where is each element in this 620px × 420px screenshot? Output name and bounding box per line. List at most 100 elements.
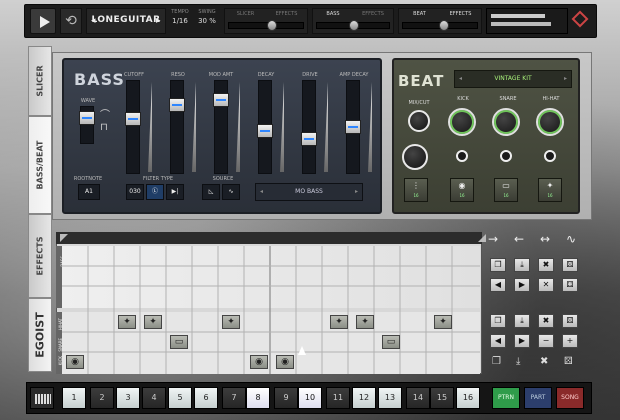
rootnote-value[interactable]: A1 [78,184,100,200]
pattern-13-button[interactable]: 13 [378,387,402,409]
pattern-9-button[interactable]: 9 [274,387,298,409]
bass-dice-icon[interactable]: ⚄ [562,258,578,272]
beat-paste-icon[interactable]: ⤓ [514,314,530,328]
pattern-14-button[interactable]: 14 [406,387,430,409]
pingpong-direction-icon[interactable]: ↔ [540,232,550,246]
all-dice-icon[interactable]: ⚄ [564,356,573,367]
tab-bass-effects[interactable]: EFFECTS [353,9,393,19]
loop-start-marker[interactable] [60,234,68,242]
snare-step-5[interactable]: ▭ [170,335,188,349]
cutoff-slider[interactable] [125,80,141,174]
hihat-steps-button[interactable]: ✦ 16 [538,178,562,202]
amp-decay-slider[interactable] [345,80,361,174]
hihat-step-11[interactable]: ✦ [330,315,348,329]
kick-step-8[interactable]: ◉ [250,355,268,369]
slicer-volume-slider[interactable] [228,22,304,29]
timeline-ruler[interactable] [56,232,486,244]
pattern-1-button[interactable]: 1 [62,387,86,409]
loop-button[interactable]: ⟲ [60,8,82,34]
next-arrow-icon[interactable]: ▸ [156,10,161,32]
prev-arrow-icon[interactable]: ◂ [91,10,96,32]
kick-knob[interactable] [448,108,476,136]
modamt-handle[interactable] [213,93,229,107]
bass-volume-knob[interactable] [349,20,359,31]
pattern-3-button[interactable]: 3 [116,387,140,409]
slicer-volume-knob[interactable] [267,20,277,31]
tab-slicer-effects[interactable]: EFFECTS [266,9,307,19]
filter-hp-button[interactable]: ▶| [166,184,184,200]
loop-end-marker[interactable] [470,234,486,242]
beat-clear-icon[interactable]: ✖ [538,314,554,328]
mixcut-knob[interactable] [408,110,430,132]
bass-copy-icon[interactable]: ❐ [490,258,506,272]
kick-steps-button[interactable]: ◉ 16 [450,178,474,202]
hihat-knob[interactable] [536,108,564,136]
bass-mixer-tab[interactable]: BASS EFFECTS [312,8,394,34]
preset-next-icon[interactable]: ▸ [355,184,358,200]
filter-lp-button[interactable]: Ⓛ [146,184,164,200]
song-name-box[interactable]: LONEGUITAR ◂ ▸ [86,8,166,34]
beat-shift-left-icon[interactable]: ◀ [490,334,506,348]
reso-slider[interactable] [169,80,185,174]
pattern-2-button[interactable]: 2 [90,387,114,409]
hihat-tune-knob[interactable] [544,150,556,162]
all-clear-icon[interactable]: ✖ [540,356,548,367]
swing-control[interactable]: SWING 30 % [194,8,220,34]
master-meter[interactable] [486,8,568,34]
tab-beat[interactable]: BEAT [399,9,440,19]
wave-handle[interactable] [79,111,95,125]
tab-beat-effects[interactable]: EFFECTS [440,9,481,19]
kit-selector[interactable]: ◂ VINTAGE KIT ▸ [454,70,572,88]
pattern-5-button[interactable]: 5 [168,387,192,409]
tab-slicer[interactable]: SLICER [225,9,266,19]
beat-copy-icon[interactable]: ❐ [490,314,506,328]
drive-slider[interactable] [301,80,317,174]
pattern-10-button[interactable]: 10 [298,387,322,409]
beat-mixer-tab[interactable]: BEAT EFFECTS [398,8,482,34]
decay-handle[interactable] [257,124,273,138]
beat-level-knob[interactable] [402,144,428,170]
source-env-button[interactable]: ◺ [202,184,220,200]
beat-dice-icon[interactable]: ⚄ [562,314,578,328]
random-direction-icon[interactable]: ∿ [566,232,576,246]
mode-pattern-button[interactable]: PTRN [492,387,520,409]
snare-steps-button[interactable]: ▭ 16 [494,178,518,202]
bass-clear-icon[interactable]: ✖ [538,258,554,272]
kit-prev-icon[interactable]: ◂ [459,71,462,87]
tempo-control[interactable]: TEMPO 1/16 [168,8,192,34]
kick-step-9[interactable]: ◉ [276,355,294,369]
decay-slider[interactable] [257,80,273,174]
beat-shift-right-icon[interactable]: ▶ [514,334,530,348]
bass-random-icon[interactable]: ⚃ [562,278,578,292]
sidetab-effects[interactable]: EFFECTS [28,214,52,298]
pattern-15-button[interactable]: 15 [430,387,454,409]
preset-prev-icon[interactable]: ◂ [260,184,263,200]
pattern-16-button[interactable]: 16 [456,387,480,409]
hihat-step-7[interactable]: ✦ [222,315,240,329]
sidetab-slicer[interactable]: SLICER [28,46,52,116]
kit-next-icon[interactable]: ▸ [564,71,567,87]
snare-knob[interactable] [492,108,520,136]
pattern-11-button[interactable]: 11 [326,387,350,409]
hihat-step-12[interactable]: ✦ [356,315,374,329]
sidetab-egoist[interactable]: EGOIST [28,298,52,372]
hihat-step-4[interactable]: ✦ [144,315,162,329]
mode-part-button[interactable]: PART [524,387,552,409]
wave-selector[interactable] [79,106,95,144]
kick-tune-knob[interactable] [456,150,468,162]
bass-shuffle-icon[interactable]: ✕ [538,278,554,292]
all-paste-icon[interactable]: ⤓ [516,356,520,367]
source-lfo-button[interactable]: ∿ [222,184,240,200]
forward-direction-icon[interactable]: → [488,232,498,246]
hihat-step-3[interactable]: ✦ [118,315,136,329]
pattern-6-button[interactable]: 6 [194,387,218,409]
amp-decay-handle[interactable] [345,120,361,134]
tab-bass[interactable]: BASS [313,9,353,19]
beat-minus-icon[interactable]: − [538,334,554,348]
beat-random-button[interactable]: ⋮ 16 [404,178,428,202]
bass-shift-left-icon[interactable]: ◀ [490,278,506,292]
reso-handle[interactable] [169,98,185,112]
mode-song-button[interactable]: SONG [556,387,584,409]
keyboard-icon[interactable] [30,387,54,409]
pattern-7-button[interactable]: 7 [222,387,246,409]
